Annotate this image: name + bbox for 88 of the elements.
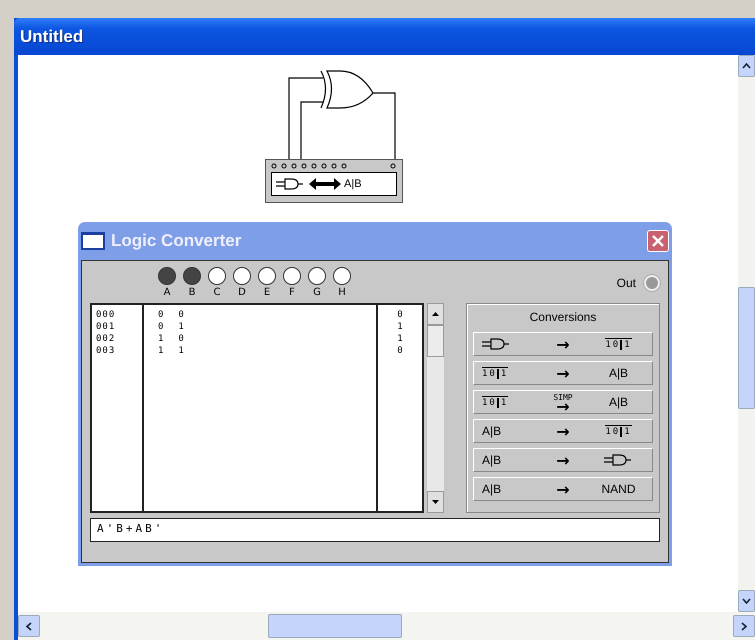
- arrow-label: →: [556, 340, 570, 348]
- logic-converter-device[interactable]: A|B: [265, 159, 403, 203]
- down-icon: [742, 598, 751, 604]
- input-terminal[interactable]: [308, 267, 326, 285]
- input-label: C: [214, 287, 220, 298]
- double-arrow-icon: [309, 178, 341, 190]
- down-icon: [432, 500, 439, 504]
- input-label: H: [338, 287, 346, 298]
- input-label: A: [164, 287, 170, 298]
- scroll-up-button[interactable]: [738, 55, 755, 77]
- up-icon: [742, 63, 751, 69]
- arrow-label: →: [556, 368, 570, 378]
- truth-table-label: 10 1: [605, 338, 632, 350]
- input-label: G: [313, 287, 321, 298]
- truth-table-label: 10 1: [482, 396, 508, 408]
- out-label: Out: [616, 276, 636, 290]
- scroll-up-button[interactable]: [427, 303, 444, 325]
- table-scrollbar[interactable]: [427, 303, 444, 513]
- scroll-thumb[interactable]: [427, 325, 444, 357]
- close-icon: [652, 235, 664, 247]
- row-number: 003: [96, 345, 116, 357]
- dialog-title: Logic Converter: [111, 231, 242, 251]
- table-cell: 0: [397, 309, 403, 321]
- row-number: 002: [96, 333, 116, 345]
- table-cell: 0: [397, 345, 403, 357]
- window-title: Untitled: [20, 26, 84, 46]
- table-cell: 1: [158, 333, 164, 345]
- expression-field[interactable]: A'B+AB': [90, 518, 660, 542]
- arrow-label: →: [556, 484, 570, 494]
- input-terminal[interactable]: [208, 267, 226, 285]
- input-label: F: [289, 287, 295, 298]
- panel-title: Conversions: [530, 310, 596, 324]
- vertical-scrollbar[interactable]: [738, 55, 755, 612]
- table-cell: 1: [397, 333, 403, 345]
- input-terminal[interactable]: [233, 267, 251, 285]
- device-label: A|B: [344, 178, 362, 190]
- conversion-button[interactable]: A|B → 10 1: [473, 419, 653, 443]
- close-button[interactable]: [647, 230, 669, 252]
- up-icon: [432, 312, 439, 316]
- scroll-down-button[interactable]: [738, 590, 755, 612]
- horizontal-scrollbar[interactable]: [18, 612, 755, 640]
- table-cell: 1: [178, 321, 184, 333]
- arrow-label: →: [556, 456, 570, 464]
- conversion-label: NAND: [601, 482, 636, 496]
- scroll-down-button[interactable]: [427, 491, 444, 513]
- scroll-left-button[interactable]: [18, 615, 40, 637]
- input-terminal[interactable]: [258, 267, 276, 285]
- table-cell: 1: [178, 345, 184, 357]
- row-number: 000: [96, 309, 116, 321]
- conversion-label: A|B: [482, 424, 502, 438]
- arrow-label: →: [556, 426, 570, 436]
- conversion-label: A|B: [482, 482, 502, 496]
- conversion-label: A|B: [608, 366, 628, 380]
- input-label: B: [188, 287, 196, 298]
- left-icon: [26, 622, 32, 630]
- table-cell: 0: [178, 309, 184, 321]
- truth-table-label: 10 1: [605, 425, 632, 437]
- truth-table-label: 10 1: [482, 367, 508, 379]
- row-number: 001: [96, 321, 116, 333]
- input-label: D: [238, 287, 246, 298]
- conversion-label: A|B: [482, 453, 502, 467]
- window-icon: [81, 232, 105, 250]
- table-cell: 0: [178, 333, 184, 345]
- scroll-thumb[interactable]: [268, 614, 402, 638]
- conversion-button[interactable]: → 10 1: [473, 332, 653, 356]
- input-terminal[interactable]: [283, 267, 301, 285]
- pin-dots-icon: [271, 163, 397, 169]
- input-label: E: [264, 287, 270, 298]
- table-cell: 1: [158, 345, 164, 357]
- simp-label: SIMP: [553, 393, 573, 402]
- right-icon: [741, 622, 747, 630]
- scroll-thumb[interactable]: [738, 287, 755, 409]
- gate-icon: [604, 454, 634, 466]
- conversion-button[interactable]: A|B →: [473, 448, 653, 472]
- table-cell: 0: [158, 321, 164, 333]
- conversion-button[interactable]: A|B → NAND: [473, 477, 653, 501]
- conversion-label: A|B: [608, 395, 628, 409]
- conversion-button[interactable]: 10 1 SIMP → A|B: [473, 390, 653, 414]
- table-cell: 0: [158, 309, 164, 321]
- scroll-right-button[interactable]: [733, 615, 755, 637]
- arrow-label: →: [556, 402, 570, 411]
- gate-icon: [276, 178, 306, 190]
- input-terminal[interactable]: [183, 267, 201, 285]
- gate-icon: [482, 338, 512, 350]
- input-terminal[interactable]: [158, 267, 176, 285]
- input-terminal[interactable]: [333, 267, 351, 285]
- conversion-button[interactable]: 10 1 → A|B: [473, 361, 653, 385]
- table-cell: 1: [397, 321, 403, 333]
